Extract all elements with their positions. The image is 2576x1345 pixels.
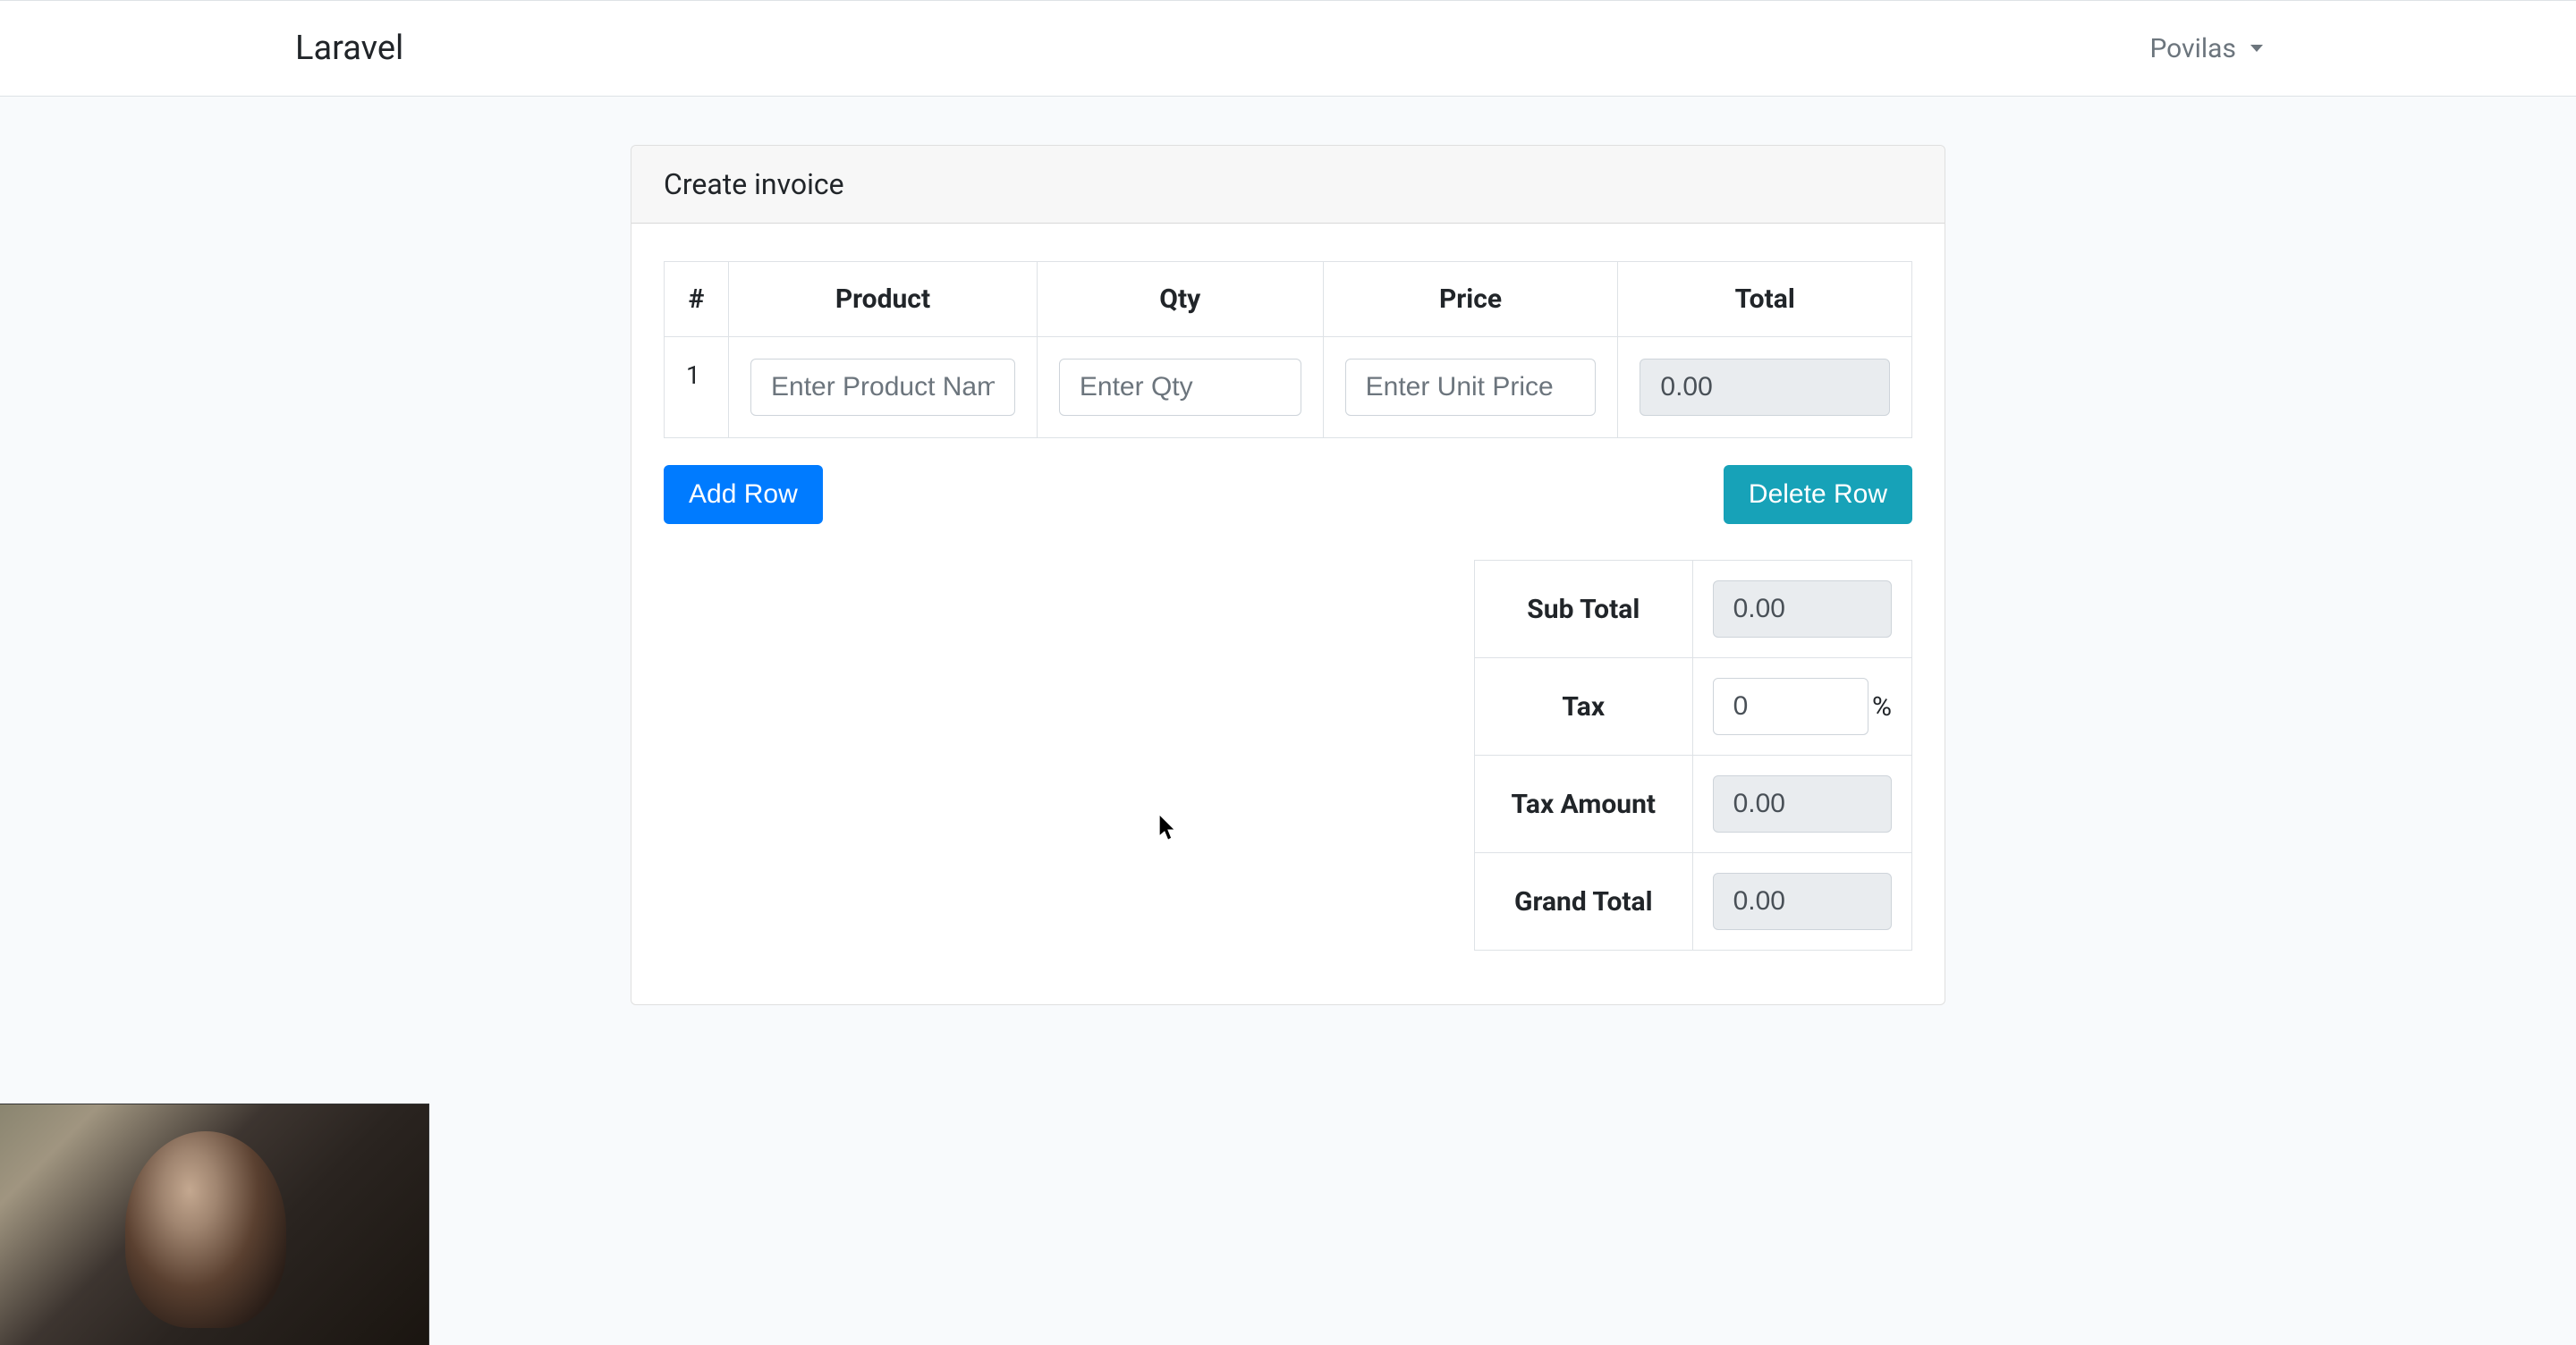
grand-total-output xyxy=(1713,873,1892,930)
user-name: Povilas xyxy=(2149,33,2236,64)
tax-amount-output xyxy=(1713,775,1892,833)
row-number: 1 xyxy=(665,337,729,438)
webcam-overlay xyxy=(0,1104,429,1345)
price-input[interactable] xyxy=(1345,359,1597,416)
tax-input[interactable] xyxy=(1713,678,1868,735)
col-header-price: Price xyxy=(1323,262,1618,337)
table-row: 1 xyxy=(665,337,1912,438)
card-title: Create invoice xyxy=(631,146,1945,224)
add-row-button[interactable]: Add Row xyxy=(664,465,823,524)
invoice-items-table: # Product Qty Price Total 1 xyxy=(664,261,1912,438)
chevron-down-icon xyxy=(2250,45,2263,52)
grand-total-label: Grand Total xyxy=(1475,853,1693,951)
invoice-card: Create invoice # Product Qty Price Total… xyxy=(631,145,1945,1005)
col-header-total: Total xyxy=(1618,262,1912,337)
sub-total-output xyxy=(1713,580,1892,638)
product-name-input[interactable] xyxy=(750,359,1015,416)
percent-label: % xyxy=(1868,691,1892,723)
totals-table: Sub Total Tax % Tax Amount xyxy=(1474,560,1912,951)
navbar: Laravel Povilas xyxy=(0,0,2576,97)
col-header-qty: Qty xyxy=(1037,262,1323,337)
tax-amount-label: Tax Amount xyxy=(1475,756,1693,853)
brand-logo[interactable]: Laravel xyxy=(27,29,403,68)
row-total-output xyxy=(1640,359,1890,416)
qty-input[interactable] xyxy=(1059,359,1301,416)
tax-label: Tax xyxy=(1475,658,1693,756)
delete-row-button[interactable]: Delete Row xyxy=(1724,465,1912,524)
user-menu-dropdown[interactable]: Povilas xyxy=(2149,33,2549,64)
col-header-num: # xyxy=(665,262,729,337)
col-header-product: Product xyxy=(729,262,1038,337)
sub-total-label: Sub Total xyxy=(1475,561,1693,658)
